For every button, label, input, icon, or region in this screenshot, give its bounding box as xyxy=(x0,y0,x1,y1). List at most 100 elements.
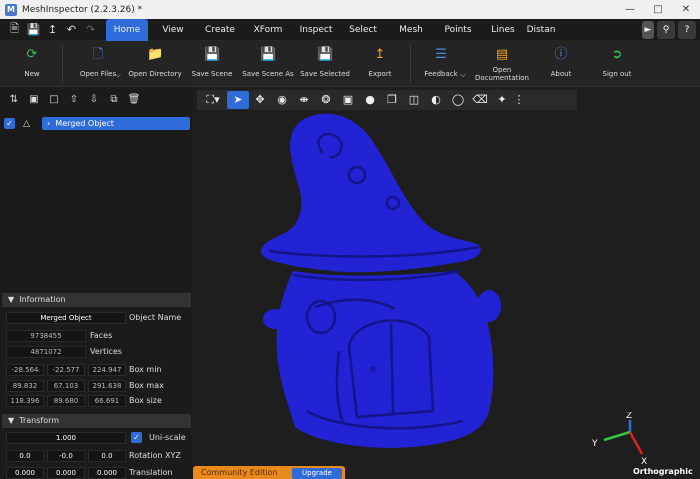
sign-out-icon: ➲ xyxy=(611,47,623,62)
scene-tree-item[interactable]: ✓ △ › Merged Object xyxy=(4,117,190,130)
information-header[interactable]: ▼ Information xyxy=(2,293,191,307)
tab-scroll-icon[interactable]: ► xyxy=(642,21,654,39)
search-icon[interactable]: ⚲ xyxy=(657,21,675,39)
box-min-label: Box min xyxy=(129,365,162,374)
axis-x-label: X xyxy=(641,457,647,467)
translation-z-field[interactable]: 0.000 xyxy=(88,467,126,479)
folder-icon: 📁 xyxy=(147,47,164,62)
upgrade-button[interactable]: Upgrade xyxy=(292,468,342,479)
save-scene-as-button[interactable]: 💾 Save Scene As xyxy=(242,44,294,86)
faces-field: 9738455 xyxy=(6,330,86,342)
tab-create[interactable]: Create xyxy=(198,19,242,41)
tab-distance[interactable]: Distan xyxy=(524,19,558,41)
information-title: Information xyxy=(19,295,66,304)
3d-viewport[interactable]: ⛶▾ ➤ ✥ ◉ ⇼ ❂ ▣ ● ❐ ◫ ◐ ◯ ⌫ ✦ ⋮ Z Y X Ort… xyxy=(193,87,700,479)
ribbon-divider xyxy=(410,45,411,83)
select-all-icon[interactable]: ▣ xyxy=(24,90,44,110)
render-mode-icon[interactable]: ● xyxy=(359,91,381,109)
maximize-icon[interactable]: □ xyxy=(644,0,672,19)
feedback-button[interactable]: ☰ Feedback xyxy=(422,44,460,86)
box-min-y: -22.577 xyxy=(47,364,85,376)
sort-icon[interactable]: ⇅ xyxy=(4,90,24,110)
move-up-icon[interactable]: ⇧ xyxy=(64,90,84,110)
open-files-label: Open Files xyxy=(79,70,117,78)
tab-select[interactable]: Select xyxy=(338,19,388,41)
box-size-x: 118.396 xyxy=(6,395,44,407)
deselect-icon[interactable]: □ xyxy=(44,90,64,110)
faces-label: Faces xyxy=(90,331,113,340)
object-name-field[interactable]: Merged Object xyxy=(6,312,126,324)
about-button[interactable]: ⓘ About xyxy=(546,44,576,86)
export-button[interactable]: ↥ Export xyxy=(364,44,396,86)
magic-wand-icon[interactable]: ✦ xyxy=(491,91,513,109)
box-max-y: 67.103 xyxy=(47,380,85,392)
copy-icon[interactable]: ⧉ xyxy=(104,90,124,110)
slice-icon[interactable]: ◐ xyxy=(425,91,447,109)
tab-points[interactable]: Points xyxy=(434,19,482,41)
axis-z-label: Z xyxy=(626,412,632,421)
cube-icon[interactable]: ❐ xyxy=(381,91,403,109)
new-button[interactable]: ⟳ New xyxy=(18,44,46,86)
fit-view-icon[interactable]: ⛶▾ xyxy=(199,91,227,109)
rotate-icon[interactable]: ❂ xyxy=(315,91,337,109)
minimize-icon[interactable]: — xyxy=(616,0,644,19)
box-size-y: 89.680 xyxy=(47,395,85,407)
tab-mesh[interactable]: Mesh xyxy=(388,19,434,41)
camera-icon[interactable]: ◉ xyxy=(271,91,293,109)
select-cursor-icon[interactable]: ➤ xyxy=(227,91,249,109)
rotation-y-field[interactable]: -0.0 xyxy=(47,450,85,462)
help-icon[interactable]: ? xyxy=(678,21,696,39)
move-down-icon[interactable]: ⇩ xyxy=(84,90,104,110)
delete-icon[interactable]: 🗑 xyxy=(124,90,144,110)
frame-icon[interactable]: ▣ xyxy=(337,91,359,109)
uniscale-checkbox[interactable]: ✓ xyxy=(131,432,142,443)
dropdown-arrow-button[interactable]: ⌵ xyxy=(114,71,122,81)
documentation-icon: ▤ xyxy=(495,47,509,62)
uniscale-field[interactable]: 1.000 xyxy=(6,432,126,444)
save-scene-as-label: Save Scene As xyxy=(242,70,294,78)
redo-icon[interactable]: ↷ xyxy=(81,19,100,41)
tab-view[interactable]: View xyxy=(148,19,198,41)
move-icon[interactable]: ✥ xyxy=(249,91,271,109)
rotation-z-field[interactable]: 0.0 xyxy=(88,450,126,462)
new-file-icon[interactable]: 🗎 xyxy=(5,19,24,41)
save-selected-button[interactable]: 💾 Save Selected xyxy=(300,44,350,86)
open-directory-button[interactable]: 📁 Open Directory xyxy=(128,44,182,86)
undo-icon[interactable]: ↶ xyxy=(62,19,81,41)
save-scene-icon: 💾 xyxy=(204,47,221,62)
dropdown-arrow-button[interactable]: ⌵ xyxy=(459,71,467,81)
open-documentation-button[interactable]: ▤ Open Documentation xyxy=(474,44,530,86)
object-name-text: Merged Object xyxy=(55,119,114,128)
community-edition-text: Community Edition xyxy=(201,468,278,477)
mesh-model[interactable] xyxy=(253,111,523,471)
object-label[interactable]: › Merged Object xyxy=(42,117,190,130)
rotation-x-field[interactable]: 0.0 xyxy=(6,450,44,462)
open-directory-label: Open Directory xyxy=(128,70,182,78)
tab-lines[interactable]: Lines xyxy=(482,19,524,41)
upload-icon[interactable]: ↥ xyxy=(43,19,62,41)
transform-header[interactable]: ▼ Transform xyxy=(2,414,191,428)
translation-label: Translation xyxy=(129,468,173,477)
visibility-checkbox[interactable]: ✓ xyxy=(4,118,15,129)
menu-bar: 🗎 💾 ↥ ↶ ↷ Home View Create XForm Inspect… xyxy=(0,18,700,41)
tab-xform[interactable]: XForm xyxy=(242,19,294,41)
close-icon[interactable]: ✕ xyxy=(672,0,700,19)
tab-home[interactable]: Home xyxy=(106,18,148,41)
translation-y-field[interactable]: 0.000 xyxy=(47,467,85,479)
tab-inspect[interactable]: Inspect xyxy=(294,19,338,41)
translation-x-field[interactable]: 0.000 xyxy=(6,467,44,479)
eraser-icon[interactable]: ⌫ xyxy=(469,91,491,109)
menu-right-tools: ► ⚲ ? xyxy=(642,19,700,41)
open-doc-line2: Documentation xyxy=(475,74,529,82)
layers-icon[interactable]: ◫ xyxy=(403,91,425,109)
save-icon[interactable]: 💾 xyxy=(24,19,43,41)
object-name-label: Object Name xyxy=(129,313,182,322)
sign-out-button[interactable]: ➲ Sign out xyxy=(600,44,634,86)
flip-icon[interactable]: ⇼ xyxy=(293,91,315,109)
box-min-x: -28.564 xyxy=(6,364,44,376)
more-options-icon[interactable]: ⋮ xyxy=(513,91,525,109)
refresh-icon: ⟳ xyxy=(26,47,38,62)
uniscale-label: Uni-scale xyxy=(149,433,186,442)
save-scene-button[interactable]: 💾 Save Scene xyxy=(190,44,234,86)
lasso-icon[interactable]: ◯ xyxy=(447,91,469,109)
